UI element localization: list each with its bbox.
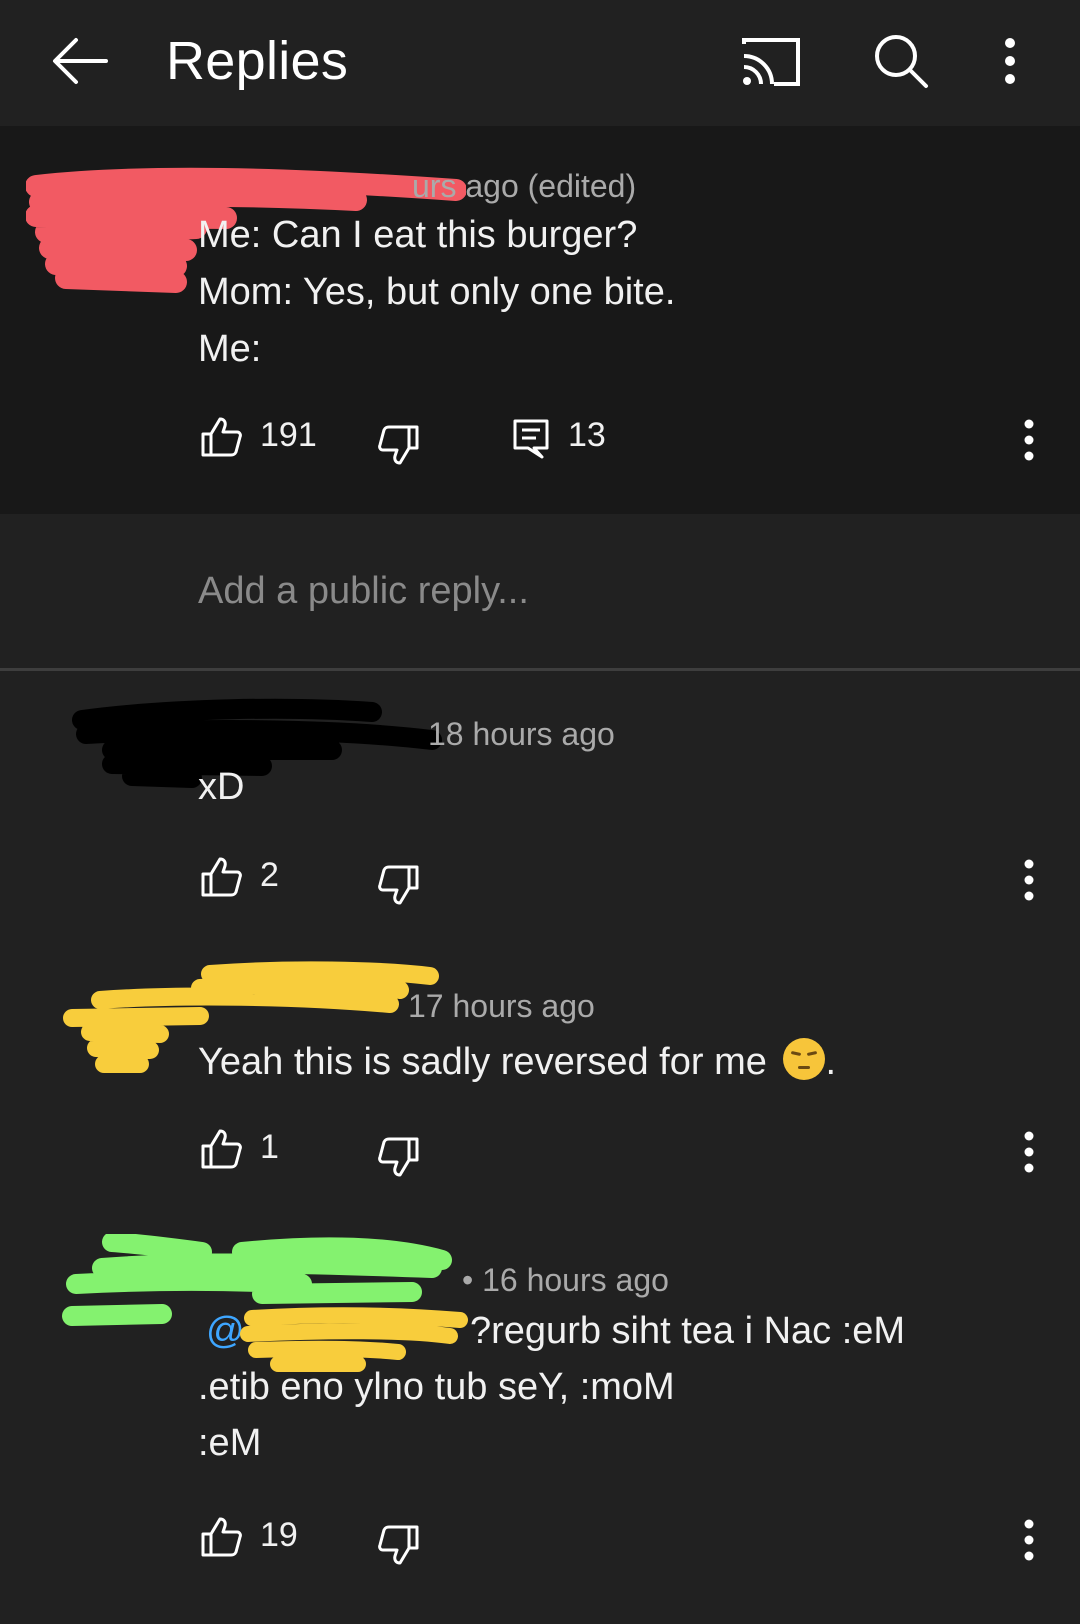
comment-text-line: Mom: Yes, but only one bite. [198,271,676,313]
like-count: 19 [260,1516,298,1554]
thumbs-down-icon[interactable] [378,1136,420,1178]
like-count: 191 [260,416,317,454]
search-icon[interactable] [872,32,930,90]
reply-placeholder: Add a public reply... [198,570,529,612]
page-title: Replies [166,31,349,91]
thumbs-up-icon[interactable] [200,856,242,898]
comment-more-icon[interactable] [1022,858,1036,902]
like-count: 1 [260,1128,279,1166]
parent-comment: urs ago (edited) Me: Can I eat this burg… [0,126,1080,514]
comment-text-line: ?regurb siht tea i Nac :eM [470,1310,906,1352]
comment-more-icon[interactable] [1022,418,1036,462]
thumbs-down-icon[interactable] [378,864,420,906]
thumbs-down-icon[interactable] [378,1524,420,1566]
like-count: 2 [260,856,279,894]
thumbs-up-icon[interactable] [200,1128,242,1170]
comment-text-line: xD [198,766,245,808]
comment-more-icon[interactable] [1022,1518,1036,1562]
comment-timestamp: 17 hours ago [408,988,595,1024]
thumbs-up-icon[interactable] [200,1516,242,1558]
comment-text-line: .etib eno ylno tub seY, :moM [198,1366,675,1408]
comment-text-line: Yeah this is sadly reversed for me . [198,1038,836,1084]
comment-text-line: Me: Can I eat this burger? [198,214,638,256]
comment-actions: 2 [0,852,1080,912]
thumbs-down-icon[interactable] [378,424,420,466]
comment-more-icon[interactable] [1022,1130,1036,1174]
comment-actions: 1 [0,1124,1080,1184]
comment-actions: 19 [0,1512,1080,1572]
redacted-author [72,698,442,788]
cast-icon[interactable] [740,36,802,88]
back-arrow-icon[interactable] [50,36,110,86]
comment-timestamp: 18 hours ago [428,716,615,752]
reply-input[interactable]: Add a public reply... [0,514,1080,671]
reply-count: 13 [568,416,606,454]
comment-text-line: :eM [198,1422,262,1464]
comment-actions: 191 13 [0,412,1080,472]
comment-text-punctuation: . [825,1041,836,1083]
comment-text: Yeah this is sadly reversed for me [198,1041,767,1083]
comment-timestamp: • 16 hours ago [462,1262,669,1298]
top-app-bar: Replies [0,0,1080,126]
reply-icon[interactable] [512,418,550,460]
pensive-face-emoji [783,1038,826,1080]
thumbs-up-icon[interactable] [200,416,242,458]
comment-timestamp: urs ago (edited) [412,168,637,204]
more-vert-icon[interactable] [1003,36,1017,86]
comment-text-line: Me: [198,328,262,370]
